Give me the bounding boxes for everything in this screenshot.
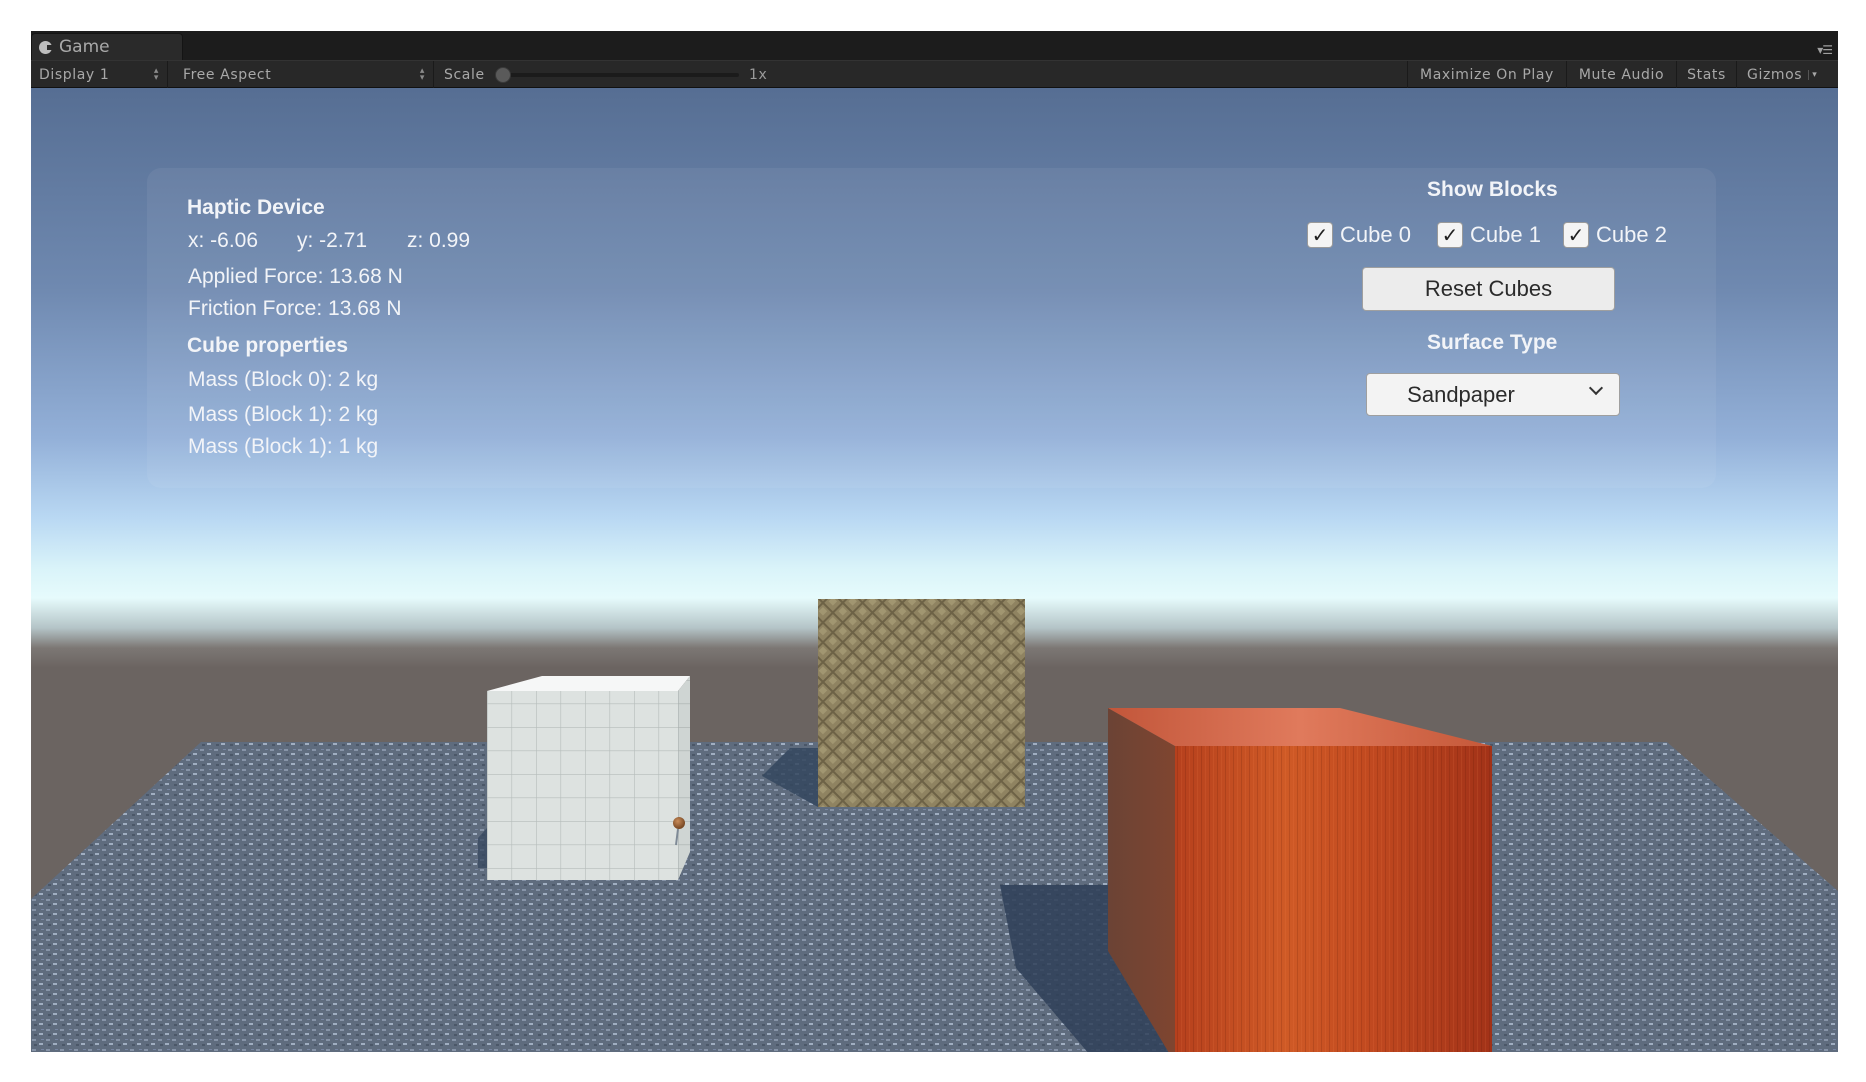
display-dropdown[interactable]: Display 1 ▴ ▾ xyxy=(31,61,168,88)
aspect-dropdown[interactable]: Free Aspect ▴ ▾ xyxy=(175,61,434,88)
red-cube-grain xyxy=(1175,746,1492,1052)
updown-arrows-icon: ▴ ▾ xyxy=(419,65,425,83)
surface-type-value: Sandpaper xyxy=(1407,381,1515,407)
maximize-on-play-label: Maximize On Play xyxy=(1420,66,1554,83)
display-dropdown-label: Display 1 xyxy=(39,66,110,83)
tan-cube[interactable] xyxy=(818,599,1025,807)
tab-strip: Game ▾☰ xyxy=(31,31,1838,60)
mute-audio-button[interactable]: Mute Audio xyxy=(1566,61,1676,88)
checkbox-cube-0-box[interactable]: ✓ xyxy=(1307,222,1333,248)
unity-game-window: Game ▾☰ Display 1 ▴ ▾ Free Aspect ▴ ▾ Scal… xyxy=(31,31,1838,1052)
red-cube-top xyxy=(1108,708,1492,746)
coord-x: x: -6.06 xyxy=(188,229,259,252)
checkbox-cube-1-box[interactable]: ✓ xyxy=(1437,222,1463,248)
show-blocks-title: Show Blocks xyxy=(1427,178,1558,201)
coord-z: z: 0.99 xyxy=(407,229,471,252)
cube-properties-title: Cube properties xyxy=(187,334,349,357)
gizmos-button[interactable]: Gizmos ▾ xyxy=(1736,61,1832,88)
checkbox-cube-0-label: Cube 0 xyxy=(1340,222,1411,247)
mass-block-2: Mass (Block 1): 1 kg xyxy=(188,435,379,458)
white-cube[interactable] xyxy=(487,691,678,880)
stats-button[interactable]: Stats xyxy=(1676,61,1736,88)
gizmos-dropdown-arrow-icon[interactable]: ▾ xyxy=(1808,69,1817,80)
checkbox-cube-2-box[interactable]: ✓ xyxy=(1563,222,1589,248)
white-cube-side xyxy=(678,676,690,880)
checkbox-cube-1[interactable]: ✓ Cube 1 xyxy=(1437,222,1541,248)
chevron-down-icon xyxy=(1588,380,1604,396)
checkbox-cube-0[interactable]: ✓ Cube 0 xyxy=(1307,222,1411,248)
scale-slider-knob[interactable] xyxy=(495,67,511,83)
scale-slider-track[interactable] xyxy=(495,73,739,77)
reset-cubes-button[interactable]: Reset Cubes xyxy=(1362,267,1615,311)
game-toolbar: Display 1 ▴ ▾ Free Aspect ▴ ▾ Scale 1x Max… xyxy=(31,60,1838,88)
coord-y: y: -2.71 xyxy=(297,229,368,252)
scale-label: Scale xyxy=(434,61,493,88)
checkbox-cube-1-label: Cube 1 xyxy=(1470,222,1541,247)
stats-label: Stats xyxy=(1687,66,1726,83)
mass-block-0: Mass (Block 0): 2 kg xyxy=(188,368,379,391)
mass-block-1: Mass (Block 1): 2 kg xyxy=(188,403,379,426)
hud-panel xyxy=(147,168,1716,488)
haptic-device-title: Haptic Device xyxy=(187,196,325,219)
surface-type-dropdown[interactable]: Sandpaper xyxy=(1366,373,1620,416)
aspect-dropdown-label: Free Aspect xyxy=(183,66,272,83)
updown-arrows-icon: ▴ ▾ xyxy=(153,65,159,83)
pacman-game-icon xyxy=(39,40,54,54)
tab-game-label: Game xyxy=(59,37,110,57)
checkbox-cube-2[interactable]: ✓ Cube 2 xyxy=(1563,222,1667,248)
surface-type-title: Surface Type xyxy=(1427,331,1558,354)
gizmos-label: Gizmos xyxy=(1747,66,1803,83)
scale-label-text: Scale xyxy=(444,66,485,83)
applied-force: Applied Force: 13.68 N xyxy=(188,265,403,288)
game-viewport[interactable]: Haptic Device x: -6.06 y: -2.71 z: 0.99 … xyxy=(31,88,1838,1052)
haptic-probe xyxy=(673,817,685,829)
panel-menu-icon[interactable]: ▾☰ xyxy=(1817,43,1833,57)
friction-force: Friction Force: 13.68 N xyxy=(188,297,402,320)
checkbox-cube-2-label: Cube 2 xyxy=(1596,222,1667,247)
scale-value: 1x xyxy=(749,66,768,83)
white-cube-top xyxy=(487,676,690,691)
tab-game[interactable]: Game xyxy=(31,33,183,60)
mute-audio-label: Mute Audio xyxy=(1578,66,1665,83)
maximize-on-play-button[interactable]: Maximize On Play xyxy=(1407,61,1566,88)
